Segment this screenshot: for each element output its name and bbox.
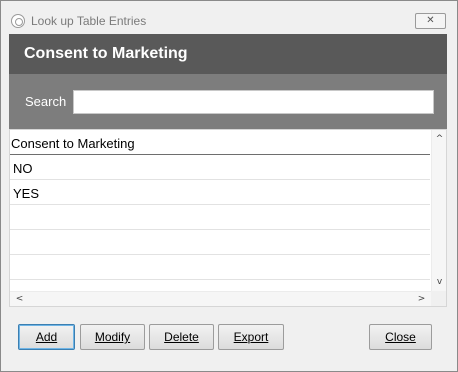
scroll-right-icon[interactable]: > [414,292,429,307]
scroll-up-icon[interactable]: ^ [432,132,447,147]
header-title: Consent to Marketing [24,45,188,62]
search-input[interactable] [73,90,434,114]
modify-button-label: Modify [94,330,131,344]
search-label: Search [25,94,67,109]
window-close-button[interactable]: ✕ [415,13,446,29]
close-button-label: Close [385,330,416,344]
dialog-header: Consent to Marketing [9,34,447,74]
table-row[interactable]: YES [10,180,430,205]
add-button-label: Add [35,330,58,344]
scroll-left-icon[interactable]: < [12,292,27,307]
horizontal-scrollbar[interactable]: < > [10,291,431,306]
search-bar: Search [9,74,447,129]
scroll-down-icon[interactable]: v [432,275,447,290]
title-bar: Look up Table Entries ✕ [1,1,457,33]
vertical-scrollbar[interactable]: ^ v [431,130,446,291]
export-button[interactable]: Export [218,324,284,350]
table-row[interactable] [10,205,430,230]
entries-grid: Consent to Marketing NO YES ^ v < > [9,129,447,307]
column-header-consent[interactable]: Consent to Marketing [11,136,135,151]
export-button-label: Export [233,330,269,344]
table-row[interactable] [10,230,430,255]
table-row[interactable] [10,255,430,280]
table-cell: NO [13,161,33,176]
grid-header: Consent to Marketing [10,130,430,155]
delete-button-label: Delete [164,330,199,344]
app-circle-icon [11,14,25,28]
lookup-dialog: Look up Table Entries ✕ Consent to Marke… [0,0,458,372]
scroll-corner [431,291,446,306]
modify-button[interactable]: Modify [80,324,145,350]
delete-button[interactable]: Delete [149,324,214,350]
table-row[interactable]: NO [10,155,430,180]
add-button[interactable]: Add [18,324,75,350]
table-cell: YES [13,186,40,201]
close-button[interactable]: Close [369,324,432,350]
window-title: Look up Table Entries [31,14,147,28]
